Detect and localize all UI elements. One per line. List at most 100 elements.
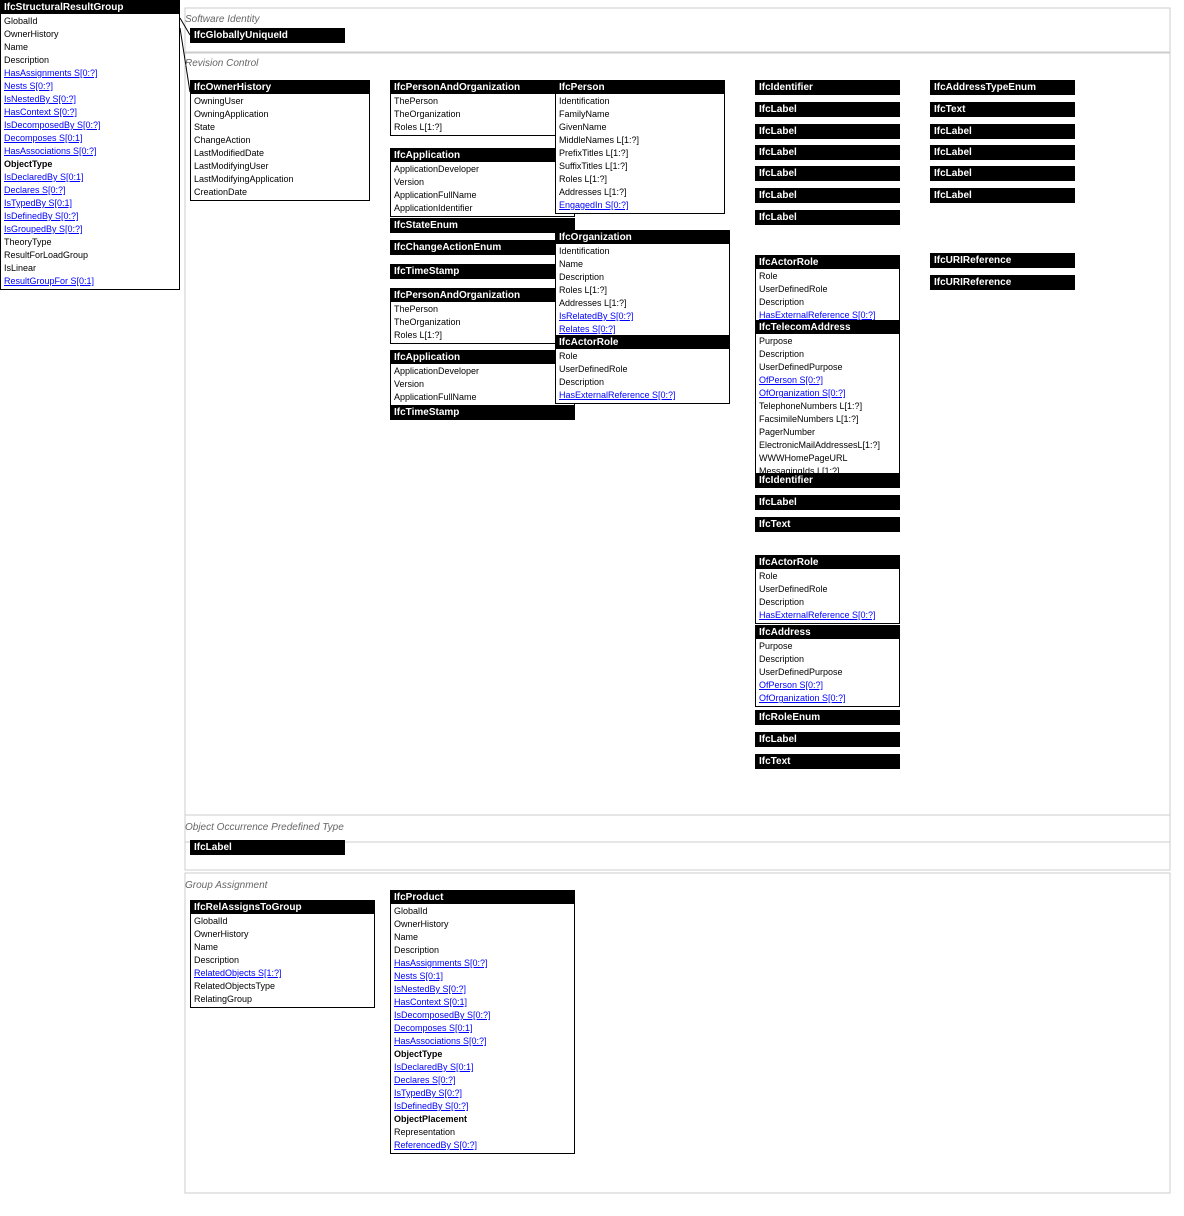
box-header-ifcIdentifier1: IfcIdentifier (756, 81, 899, 94)
uml-box-ifcTelecomAddress: IfcTelecomAddressPurposeDescriptionUserD… (755, 320, 900, 480)
uml-box-ifcActorRole3: IfcActorRoleRoleUserDefinedRoleDescripti… (755, 555, 900, 624)
box-header-ifcTimeStamp2: IfcTimeStamp (391, 406, 574, 419)
uml-box-ifcIdentifier2: IfcIdentifier (755, 473, 900, 488)
attr-row-ifcRelAssignsToGroup-3: Description (194, 954, 371, 967)
uml-box-ifcActorRole1: IfcActorRoleRoleUserDefinedRoleDescripti… (555, 335, 730, 404)
box-header-ifcLabel11: IfcLabel (931, 167, 1074, 180)
attr-row-ifcProduct-5: Nests S[0:1] (394, 970, 571, 983)
attr-row-ifcActorRole1-0: Role (559, 350, 726, 363)
attr-row-ifcStructuralResultGroup-8: IsDecomposedBy S[0:?] (4, 119, 176, 132)
uml-box-ifcLabel_oop: IfcLabel (190, 840, 345, 855)
attr-row-ifcRelAssignsToGroup-0: GlobalId (194, 915, 371, 928)
box-body-ifcRelAssignsToGroup: GlobalIdOwnerHistoryNameDescriptionRelat… (191, 914, 374, 1007)
box-header-ifcOrganization: IfcOrganization (556, 231, 729, 244)
uml-box-ifcTimeStamp2: IfcTimeStamp (390, 405, 575, 420)
attr-row-ifcProduct-8: IsDecomposedBy S[0:?] (394, 1009, 571, 1022)
attr-row-ifcOwnerHistory-5: LastModifyingUser (194, 160, 366, 173)
attr-row-ifcApplication1-0: ApplicationDeveloper (394, 163, 571, 176)
box-body-ifcProduct: GlobalIdOwnerHistoryNameDescriptionHasAs… (391, 904, 574, 1153)
attr-row-ifcPerson-7: Addresses L[1:?] (559, 186, 721, 199)
box-header-ifcLabel1: IfcLabel (756, 103, 899, 116)
attr-row-ifcAddress-0: Purpose (759, 640, 896, 653)
attr-row-ifcActorRole3-3: HasExternalReference S[0:?] (759, 609, 896, 622)
attr-row-ifcApplication1-3: ApplicationIdentifier (394, 202, 571, 215)
section-label-3: Group Assignment (185, 880, 267, 891)
attr-row-ifcPersonAndOrganization1-0: ThePerson (394, 95, 571, 108)
attr-row-ifcActorRole3-1: UserDefinedRole (759, 583, 896, 596)
uml-box-ifcOwnerHistory: IfcOwnerHistoryOwningUserOwningApplicati… (190, 80, 370, 201)
uml-box-ifcLabel1: IfcLabel (755, 102, 900, 117)
attr-row-ifcProduct-15: IsDefinedBy S[0:?] (394, 1100, 571, 1113)
box-header-ifcText2: IfcText (756, 755, 899, 768)
attr-row-ifcActorRole1-2: Description (559, 376, 726, 389)
box-body-ifcActorRole1: RoleUserDefinedRoleDescriptionHasExterna… (556, 349, 729, 403)
box-header-ifcAddress: IfcAddress (756, 626, 899, 639)
section-label-2: Object Occurrence Predefined Type (185, 822, 344, 833)
attr-row-ifcPersonAndOrganization2-1: TheOrganization (394, 316, 571, 329)
attr-row-ifcPerson-5: SuffixTitles L[1:?] (559, 160, 721, 173)
box-header-ifcRelAssignsToGroup: IfcRelAssignsToGroup (191, 901, 374, 914)
attr-row-ifcProduct-4: HasAssignments S[0:?] (394, 957, 571, 970)
box-header-ifcPerson: IfcPerson (556, 81, 724, 94)
uml-box-ifcLabel4: IfcLabel (755, 166, 900, 181)
attr-row-ifcAddress-2: UserDefinedPurpose (759, 666, 896, 679)
uml-box-ifcOrganization: IfcOrganizationIdentificationNameDescrip… (555, 230, 730, 351)
attr-row-ifcPersonAndOrganization1-1: TheOrganization (394, 108, 571, 121)
attr-row-ifcAddress-1: Description (759, 653, 896, 666)
attr-row-ifcTelecomAddress-7: PagerNumber (759, 426, 896, 439)
attr-row-ifcStructuralResultGroup-11: ObjectType (4, 158, 176, 171)
uml-box-ifcLabel10: IfcLabel (930, 145, 1075, 160)
attr-row-ifcStructuralResultGroup-14: IsTypedBy S[0:1] (4, 197, 176, 210)
attr-row-ifcProduct-9: Decomposes S[0:1] (394, 1022, 571, 1035)
attr-row-ifcProduct-11: ObjectType (394, 1048, 571, 1061)
attr-row-ifcProduct-2: Name (394, 931, 571, 944)
box-header-ifcLabel4: IfcLabel (756, 167, 899, 180)
attr-row-ifcStructuralResultGroup-9: Decomposes S[0:1] (4, 132, 176, 145)
attr-row-ifcTelecomAddress-5: TelephoneNumbers L[1:?] (759, 400, 896, 413)
uml-box-ifcIdentifier1: IfcIdentifier (755, 80, 900, 95)
attr-row-ifcProduct-6: IsNestedBy S[0:?] (394, 983, 571, 996)
attr-row-ifcOwnerHistory-0: OwningUser (194, 95, 366, 108)
attr-row-ifcTelecomAddress-2: UserDefinedPurpose (759, 361, 896, 374)
box-header-ifcChangeActionEnum: IfcChangeActionEnum (391, 241, 574, 254)
uml-box-ifcGloballyUniqueId: IfcGloballyUniqueId (190, 28, 345, 43)
attr-row-ifcPerson-4: PrefixTitles L[1:?] (559, 147, 721, 160)
attr-row-ifcOwnerHistory-1: OwningApplication (194, 108, 366, 121)
attr-row-ifcProduct-18: ReferencedBy S[0:?] (394, 1139, 571, 1152)
attr-row-ifcActorRole2-0: Role (759, 270, 896, 283)
attr-row-ifcStructuralResultGroup-12: IsDeclaredBy S[0:1] (4, 171, 176, 184)
attr-row-ifcPerson-0: Identification (559, 95, 721, 108)
box-body-ifcStructuralResultGroup: GlobalIdOwnerHistoryNameDescriptionHasAs… (1, 14, 179, 289)
attr-row-ifcRelAssignsToGroup-5: RelatedObjectsType (194, 980, 371, 993)
attr-row-ifcStructuralResultGroup-19: IsLinear (4, 262, 176, 275)
attr-row-ifcOrganization-3: Roles L[1:?] (559, 284, 726, 297)
attr-row-ifcOwnerHistory-6: LastModifyingApplication (194, 173, 366, 186)
attr-row-ifcStructuralResultGroup-7: HasContext S[0:?] (4, 106, 176, 119)
uml-box-ifcLabel8: IfcLabel (755, 732, 900, 747)
attr-row-ifcTelecomAddress-4: OfOrganization S[0:?] (759, 387, 896, 400)
uml-box-ifcText2: IfcText (755, 754, 900, 769)
attr-row-ifcPerson-2: GivenName (559, 121, 721, 134)
attr-row-ifcStructuralResultGroup-3: Description (4, 54, 176, 67)
box-header-ifcLabel8: IfcLabel (756, 733, 899, 746)
uml-box-ifcURIReference1: IfcURIReference (930, 253, 1075, 268)
attr-row-ifcProduct-13: Declares S[0:?] (394, 1074, 571, 1087)
uml-box-ifcLabel5: IfcLabel (755, 188, 900, 203)
uml-box-ifcPersonAndOrganization2: IfcPersonAndOrganizationThePersonTheOrga… (390, 288, 575, 344)
box-body-ifcOwnerHistory: OwningUserOwningApplicationStateChangeAc… (191, 94, 369, 200)
attr-row-ifcProduct-7: HasContext S[0:1] (394, 996, 571, 1009)
box-header-ifcRoleEnum: IfcRoleEnum (756, 711, 899, 724)
attr-row-ifcOrganization-5: IsRelatedBy S[0:?] (559, 310, 726, 323)
attr-row-ifcProduct-3: Description (394, 944, 571, 957)
uml-box-ifcApplication1: IfcApplicationApplicationDeveloperVersio… (390, 148, 575, 217)
box-header-ifcLabel3: IfcLabel (756, 146, 899, 159)
attr-row-ifcActorRole2-1: UserDefinedRole (759, 283, 896, 296)
attr-row-ifcApplication2-1: Version (394, 378, 571, 391)
attr-row-ifcActorRole3-2: Description (759, 596, 896, 609)
attr-row-ifcTelecomAddress-9: WWWHomePageURL (759, 452, 896, 465)
box-header-ifcPersonAndOrganization2: IfcPersonAndOrganization (391, 289, 574, 302)
box-header-ifcActorRole3: IfcActorRole (756, 556, 899, 569)
box-header-ifcStateEnum: IfcStateEnum (391, 219, 574, 232)
uml-box-ifcAddressTypeEnum: IfcAddressTypeEnum (930, 80, 1075, 95)
box-body-ifcApplication1: ApplicationDeveloperVersionApplicationFu… (391, 162, 574, 216)
